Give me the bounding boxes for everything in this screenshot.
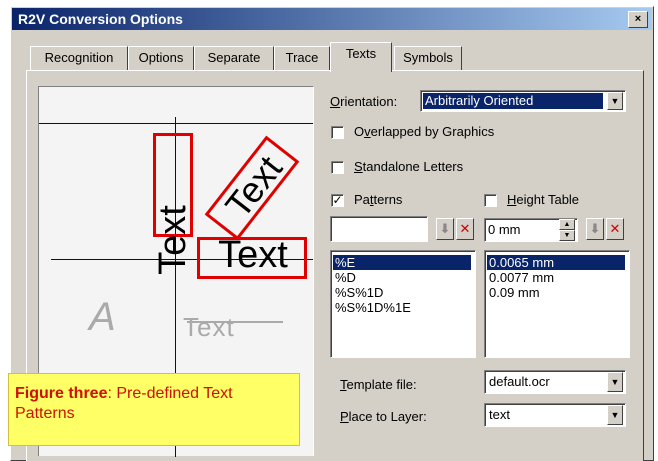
place-to-layer-dropdown[interactable]: text ▼: [484, 403, 626, 427]
orientation-value: Arbitrarily Oriented: [423, 93, 603, 109]
list-item[interactable]: 0.0065 mm: [487, 255, 625, 270]
delete-pattern-button[interactable]: ✕: [456, 218, 474, 240]
delete-height-button[interactable]: ✕: [606, 218, 624, 240]
template-file-label: Template file:: [340, 377, 417, 392]
tab-trace[interactable]: Trace: [274, 46, 330, 70]
spin-down-icon[interactable]: ▼: [559, 230, 575, 241]
delete-icon: ✕: [459, 221, 471, 236]
place-to-layer-value: text: [489, 407, 510, 422]
patterns-list[interactable]: %E %D %S%1D %S%1D%1E: [330, 250, 476, 358]
tab-label: Options: [138, 50, 184, 65]
template-file-value: default.ocr: [489, 374, 550, 389]
overlapped-checkbox[interactable]: [331, 126, 344, 139]
template-file-dropdown[interactable]: default.ocr ▼: [484, 370, 626, 394]
height-input[interactable]: 0 mm ▲ ▼: [484, 218, 578, 242]
tab-label: Recognition: [44, 50, 114, 65]
faded-letter: A: [89, 295, 116, 339]
list-item[interactable]: %S%1D%1E: [333, 300, 411, 315]
tab-label: Separate: [207, 50, 261, 65]
list-item[interactable]: 0.09 mm: [487, 285, 540, 300]
orientation-dropdown[interactable]: Arbitrarily Oriented ▼: [420, 90, 626, 112]
pattern-input[interactable]: [330, 216, 428, 242]
height-table-label[interactable]: Height Table: [507, 192, 579, 207]
place-to-layer-label: Place to Layer:: [340, 409, 427, 424]
tab-recognition[interactable]: Recognition: [30, 46, 128, 70]
delete-icon: ✕: [609, 221, 621, 236]
tab-texts[interactable]: Texts: [330, 42, 392, 72]
window-title: R2V Conversion Options: [18, 11, 183, 27]
spin-up-icon[interactable]: ▲: [559, 219, 575, 230]
list-item[interactable]: %S%1D: [333, 285, 383, 300]
horizontal-text: Text: [218, 234, 288, 276]
chevron-down-icon[interactable]: ▼: [607, 405, 623, 425]
overlapped-label[interactable]: Overlapped by Graphics: [354, 124, 494, 139]
chevron-down-icon[interactable]: ▼: [607, 372, 623, 392]
add-pattern-button[interactable]: ⬇: [436, 218, 454, 240]
arrow-down-icon: ⬇: [439, 221, 451, 236]
strike-line: [187, 321, 283, 323]
height-table-checkbox[interactable]: [484, 194, 497, 207]
close-button[interactable]: ×: [628, 11, 648, 28]
orientation-label: Orientation:: [330, 94, 398, 109]
patterns-checkbox[interactable]: ✓: [331, 194, 344, 207]
chevron-down-icon[interactable]: ▼: [607, 92, 623, 110]
tab-label: Symbols: [403, 50, 453, 65]
add-height-button[interactable]: ⬇: [586, 218, 604, 240]
standalone-checkbox[interactable]: [331, 161, 344, 174]
caption-title: Figure three: [15, 385, 108, 402]
tab-label: Texts: [345, 46, 377, 61]
figure-caption: Figure three: Pre-defined Text Patterns: [8, 373, 300, 446]
list-item[interactable]: %E: [333, 255, 471, 270]
list-item[interactable]: 0.0077 mm: [487, 270, 554, 285]
vertical-text: Text: [152, 205, 194, 275]
faded-text: Text: [183, 312, 235, 342]
heights-list[interactable]: 0.0065 mm 0.0077 mm 0.09 mm: [484, 250, 630, 358]
patterns-label[interactable]: Patterns: [354, 192, 402, 207]
title-bar[interactable]: R2V Conversion Options: [12, 8, 652, 30]
tab-label: Trace: [285, 50, 319, 65]
tab-separate[interactable]: Separate: [194, 46, 274, 70]
list-item[interactable]: %D: [333, 270, 356, 285]
standalone-label[interactable]: Standalone Letters: [354, 159, 463, 174]
diagonal-text: Text: [217, 148, 291, 226]
tab-options[interactable]: Options: [128, 46, 194, 70]
tab-symbols[interactable]: Symbols: [394, 46, 462, 70]
arrow-down-icon: ⬇: [589, 221, 601, 236]
close-icon: ×: [634, 13, 642, 25]
guide-line-top: [39, 123, 313, 124]
